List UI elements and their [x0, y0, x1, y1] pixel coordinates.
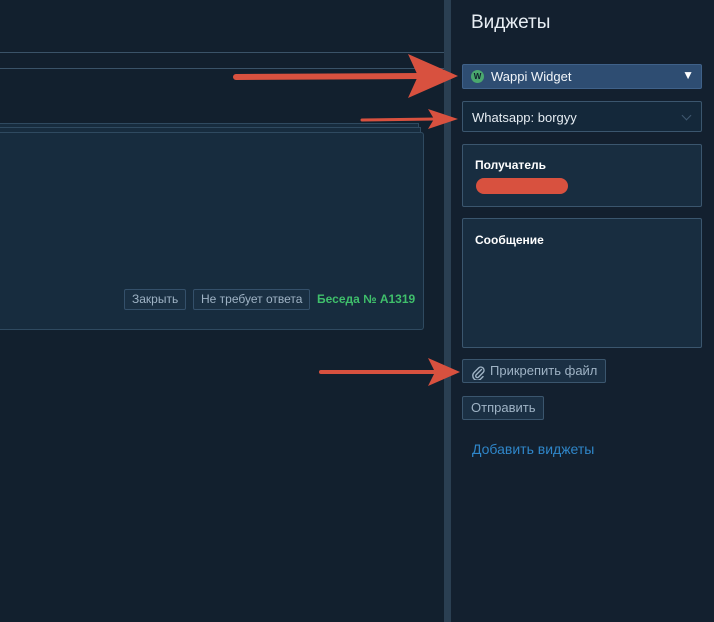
- screen: Закрыть Не требует ответа Беседа № A1319…: [0, 0, 714, 622]
- panel-title: Виджеты: [471, 12, 551, 33]
- attach-file-button[interactable]: Прикрепить файл: [462, 359, 607, 383]
- send-button[interactable]: Отправить: [462, 396, 545, 420]
- widget-select[interactable]: W Wappi Widget ▼: [462, 64, 702, 89]
- chevron-down-icon: [681, 110, 692, 121]
- recipient-label: Получатель: [475, 158, 546, 172]
- message-field[interactable]: Сообщение: [462, 218, 702, 348]
- message-label: Сообщение: [475, 233, 544, 247]
- recipient-field[interactable]: Получатель: [462, 144, 702, 207]
- recipient-redacted-value: [476, 178, 568, 194]
- header-bottom-line: [0, 68, 444, 69]
- no-reply-needed-button[interactable]: Не требует ответа: [193, 289, 311, 310]
- account-select[interactable]: Whatsapp: borgyy: [462, 101, 702, 132]
- close-button[interactable]: Закрыть: [124, 289, 187, 310]
- account-select-value: Whatsapp: borgyy: [472, 110, 577, 125]
- triangle-down-icon: ▼: [682, 68, 694, 82]
- top-divider-line: [0, 52, 444, 53]
- conversation-area: Закрыть Не требует ответа Беседа № A1319: [0, 0, 444, 622]
- widget-select-value: Wappi Widget: [491, 69, 572, 84]
- conversation-number-link[interactable]: Беседа № A1319: [317, 292, 415, 306]
- paperclip-icon: [472, 365, 485, 380]
- panel-splitter[interactable]: [444, 0, 451, 622]
- attach-file-label: Прикрепить файл: [490, 363, 598, 378]
- add-widgets-link[interactable]: Добавить виджеты: [472, 441, 594, 457]
- wappi-logo-icon: W: [471, 70, 484, 83]
